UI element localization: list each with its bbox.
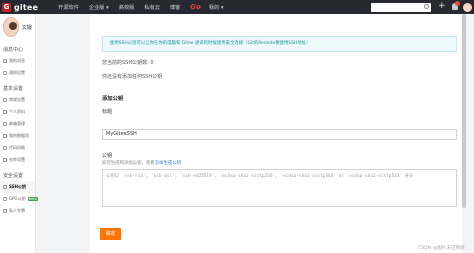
sidebar-item-email[interactable]: 邮箱管理 [0, 118, 35, 130]
nav-blog[interactable]: 博客 [170, 4, 180, 11]
sidebar-item-gpg-keys[interactable]: GPG公钥 Beta [0, 193, 38, 205]
sidebar-item-repo-settings[interactable]: 仓库设置 [0, 154, 35, 166]
sidebar-item-label: 邮箱管理 [9, 121, 25, 126]
key-icon [3, 185, 7, 189]
sidebar-item-my-messages[interactable]: 我的消息 [0, 55, 35, 67]
nav-go-logo[interactable]: Go [190, 3, 201, 11]
mail-icon [3, 122, 7, 126]
nav-mine[interactable]: 我的 ▾ [209, 4, 224, 11]
key-hint-text: 如何生成和添加公钥，查看 [102, 161, 155, 166]
sidebar-item-label: 我的数据项 [9, 133, 29, 138]
code-icon [3, 146, 7, 150]
gitee-logo[interactable]: G gitee [2, 2, 39, 12]
no-keys-message: 你还没有添加任何SSH公钥 [102, 74, 163, 80]
sidebar-item-label: 代码风格 [9, 145, 25, 150]
top-navbar: G gitee 开源软件 企业版 ▾ 高校版 私有云 博客 Go 我的 ▾ + [0, 0, 474, 14]
user-avatar[interactable] [463, 2, 472, 12]
sidebar-item-label: 个人资料 [9, 109, 25, 114]
sidebar-item-label: GPG公钥 [9, 196, 26, 201]
sidebar-item-ssh-keys[interactable]: SSH公钥 [0, 181, 35, 193]
settings-sidebar: 文嫚 消息中心 我的消息 通知设置 基本设置 常规设置 个人资料 邮箱管理 我的… [0, 14, 38, 253]
sidebar-item-profile[interactable]: 个人资料 [0, 106, 35, 118]
search-input[interactable] [371, 2, 431, 12]
sidebar-item-label: 仓库设置 [9, 157, 25, 162]
plus-icon[interactable]: + [438, 1, 446, 11]
section-title-security: 安全设置 [3, 173, 24, 179]
gitee-logo-icon: G [2, 2, 11, 12]
sidebar-username: 文嫚 [21, 24, 32, 31]
gear-icon [3, 98, 7, 102]
search-icon[interactable] [424, 4, 429, 9]
title-field[interactable]: MyGiteeSSH [102, 129, 457, 140]
sidebar-profile[interactable]: 文嫚 [0, 14, 35, 40]
nav-education[interactable]: 高校版 [119, 4, 135, 11]
sidebar-item-general[interactable]: 常规设置 [0, 94, 35, 106]
gitee-logo-text: gitee [14, 2, 39, 12]
section-title-messages: 消息中心 [3, 47, 24, 53]
sidebar-item-notification-settings[interactable]: 通知设置 [0, 67, 35, 79]
ssh-key-count: 您当前的SSH公钥数: 0 [102, 60, 154, 66]
sidebar-item-label: 我的消息 [9, 58, 25, 63]
user-icon [3, 110, 7, 114]
key-label: 公钥 [102, 153, 113, 159]
repo-icon [3, 158, 7, 162]
beta-badge: Beta [27, 197, 38, 201]
lock-icon [3, 197, 7, 201]
scrollbar[interactable] [462, 14, 466, 208]
confirm-button[interactable]: 确定 [100, 228, 121, 240]
sidebar-item-label: 常规设置 [9, 97, 25, 102]
add-key-heading: 添加公钥 [102, 96, 124, 102]
title-label: 标题 [102, 109, 113, 115]
nav-open-source[interactable]: 开源软件 [58, 4, 79, 11]
sidebar-item-data[interactable]: 我的数据项 [0, 130, 35, 142]
ssh-keys-panel: 使用SSH公钥可以让你在你的电脑和 Gitee 通讯的时候使用安全连接（Git的… [90, 14, 462, 253]
sidebar-item-label: 通知设置 [9, 70, 25, 75]
sidebar-item-code-style[interactable]: 代码风格 [0, 142, 35, 154]
sidebar-item-label: SSH公钥 [9, 184, 26, 189]
message-icon [3, 59, 7, 63]
main-nav: 开源软件 企业版 ▾ 高校版 私有云 博客 Go 我的 ▾ [58, 3, 233, 11]
sidebar-item-tokens[interactable]: 私人令牌 [0, 205, 35, 217]
nav-enterprise[interactable]: 企业版 ▾ [89, 4, 109, 11]
token-icon [3, 209, 7, 213]
sidebar-item-label: 私人令牌 [9, 208, 25, 213]
section-title-basic: 基本设置 [3, 86, 24, 92]
avatar [3, 17, 19, 37]
notification-badge [455, 1, 460, 6]
watermark-text: CSDN @图片未见到底 [418, 246, 465, 251]
key-hint: 如何生成和添加公钥，查看怎样生成公钥 [102, 160, 181, 166]
bell-icon [3, 71, 7, 75]
data-icon [3, 134, 7, 138]
generate-key-link[interactable]: 怎样生成公钥 [155, 161, 181, 166]
nav-private-cloud[interactable]: 私有云 [144, 4, 160, 11]
ssh-info-banner: 使用SSH公钥可以让你在你的电脑和 Gitee 通讯的时候使用安全连接（Git的… [102, 36, 457, 52]
public-key-textarea[interactable]: 公钥以 'ssh-rsa', 'ssh-dss', 'ssh-ed25519',… [102, 169, 457, 207]
